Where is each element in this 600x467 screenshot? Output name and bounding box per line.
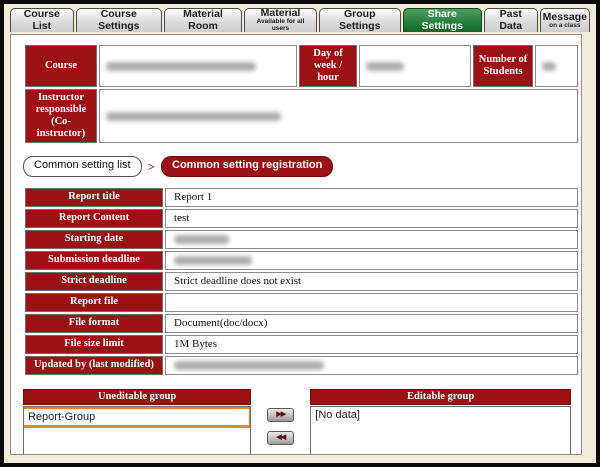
row-value: Report 1 [165,188,578,207]
table-row: Course Day of week / hour Number of Stud… [25,45,578,87]
uneditable-group-list[interactable]: Report-Group [23,406,251,455]
redacted-value [174,361,324,370]
content-panel: Course Day of week / hour Number of Stud… [10,34,582,455]
tab-label: Share Settings [406,9,479,31]
row-value [165,293,578,312]
students-value [535,45,578,87]
redacted-value [106,62,256,71]
group-transfer-section: Uneditable group Report-Group ▶▶ ◀◀ Edit… [23,389,571,455]
tab-bar: Course ListCourse SettingsMaterial RoomM… [4,4,596,32]
tab-sublabel: on a class [549,23,580,30]
table-row: Report Contenttest [25,209,578,228]
tab-share-settings[interactable]: Share Settings [403,8,482,32]
table-row: Instructor responsible (Co-instructor) [25,89,578,143]
course-label: Course [25,45,97,87]
instructor-value [99,89,578,143]
table-row: Report file [25,293,578,312]
tab-label: Material Room [167,9,239,31]
row-value [165,356,578,375]
row-label: File format [25,314,163,333]
move-left-button[interactable]: ◀◀ [267,431,294,445]
row-value: Document(doc/docx) [165,314,578,333]
tab-label: Course Settings [79,9,159,31]
row-label: Strict deadline [25,272,163,291]
table-row: Report titleReport 1 [25,188,578,207]
redacted-value [174,256,252,265]
double-left-arrow-icon: ◀◀ [276,434,285,441]
tab-sublabel: Available for all users [247,19,314,33]
row-value: 1M Bytes [165,335,578,354]
row-value [165,230,578,249]
editable-group-box: Editable group [No data] [310,389,571,455]
row-label: Starting date [25,230,163,249]
common-setting-list-button[interactable]: Common setting list [23,156,142,176]
list-item[interactable]: Report-Group [23,406,251,428]
app-window: Course ListCourse SettingsMaterial RoomM… [0,0,600,467]
tab-label: Course List [13,9,71,31]
double-right-arrow-icon: ▶▶ [276,411,285,418]
report-settings-table: Report titleReport 1Report ContenttestSt… [23,186,580,377]
table-row: Starting date [25,230,578,249]
tab-course-list[interactable]: Course List [10,8,74,32]
uneditable-group-box: Uneditable group Report-Group [23,389,251,455]
breadcrumb-separator: > [148,159,155,175]
tab-course-settings[interactable]: Course Settings [76,8,162,32]
instructor-label: Instructor responsible (Co-instructor) [25,89,97,143]
table-row: Updated by (last modified) [25,356,578,375]
course-value [99,45,297,87]
tab-group-settings[interactable]: Group Settings [319,8,401,32]
row-value: test [165,209,578,228]
editable-group-list[interactable]: [No data] [310,406,571,455]
row-label: Report title [25,188,163,207]
move-right-button[interactable]: ▶▶ [267,408,294,422]
tab-label: Past Data [487,9,535,31]
row-label: File size limit [25,335,163,354]
redacted-value [106,112,281,121]
table-row: Submission deadline [25,251,578,270]
table-row: Strict deadlineStrict deadline does not … [25,272,578,291]
tab-label: Message [543,12,587,23]
day-of-week-label: Day of week / hour [299,45,357,87]
row-value [165,251,578,270]
row-value: Strict deadline does not exist [165,272,578,291]
redacted-value [174,235,229,244]
uneditable-group-title: Uneditable group [23,389,251,405]
redacted-value [366,62,404,71]
tab-past-data[interactable]: Past Data [484,8,538,32]
course-header-table: Course Day of week / hour Number of Stud… [23,43,580,145]
table-row: File formatDocument(doc/docx) [25,314,578,333]
breadcrumb: Common setting list > Common setting reg… [23,156,571,176]
row-label: Updated by (last modified) [25,356,163,375]
editable-group-title: Editable group [310,389,571,405]
transfer-buttons: ▶▶ ◀◀ [251,389,310,445]
redacted-value [542,62,556,71]
row-label: Report file [25,293,163,312]
students-label: Number of Students [473,45,533,87]
common-setting-registration-button[interactable]: Common setting registration [161,156,333,176]
row-label: Submission deadline [25,251,163,270]
list-item[interactable]: [No data] [311,407,570,424]
tab-label: Group Settings [322,9,398,31]
tab-material[interactable]: MaterialAvailable for all users [244,8,317,32]
table-row: File size limit1M Bytes [25,335,578,354]
day-of-week-value [359,45,471,87]
tab-material-room[interactable]: Material Room [164,8,242,32]
row-label: Report Content [25,209,163,228]
tab-message[interactable]: Messageon a class [540,8,590,32]
